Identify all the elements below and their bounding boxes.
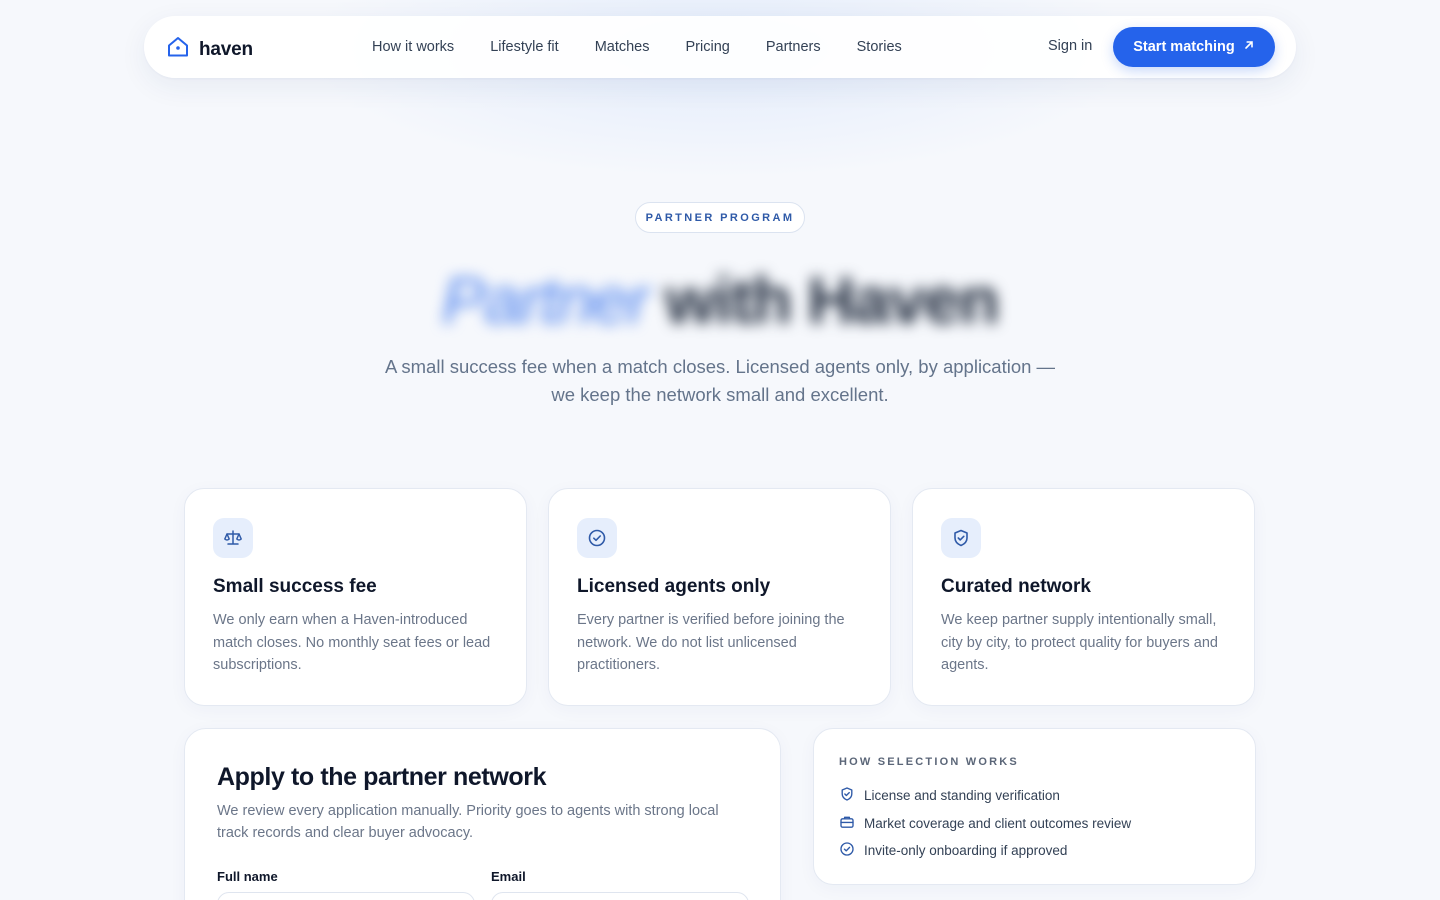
apply-form-card: Apply to the partner network We review e… xyxy=(184,728,781,900)
shield-check-icon xyxy=(839,786,855,805)
email-label: Email xyxy=(491,869,526,884)
briefcase-icon xyxy=(839,814,855,833)
feature-card-curated-network: Curated network We keep partner supply i… xyxy=(912,488,1255,706)
feature-card-licensed-agents: Licensed agents only Every partner is ve… xyxy=(548,488,891,706)
full-name-input[interactable] xyxy=(217,892,475,900)
start-matching-label: Start matching xyxy=(1133,39,1235,55)
hero-subtitle-line-2: we keep the network small and excellent. xyxy=(551,384,889,405)
feature-body: We keep partner supply intentionally sma… xyxy=(941,612,1218,673)
sign-in-link[interactable]: Sign in xyxy=(1048,38,1092,54)
feature-body: We only earn when a Haven-introduced mat… xyxy=(213,612,491,673)
nav-link-stories[interactable]: Stories xyxy=(857,39,902,55)
shield-check-icon xyxy=(941,518,981,558)
hero-subtitle-line-1: A small success fee when a match closes.… xyxy=(384,356,1056,377)
apply-title: Apply to the partner network xyxy=(217,763,547,791)
full-name-label: Full name xyxy=(217,869,278,884)
arrow-up-right-icon xyxy=(1243,39,1255,55)
hero-subtitle: A small success fee when a match closes.… xyxy=(370,353,1070,409)
feature-title: Licensed agents only xyxy=(577,576,771,597)
feature-title: Curated network xyxy=(941,576,1091,597)
scale-icon xyxy=(213,518,253,558)
brand-logo[interactable]: haven xyxy=(166,35,253,64)
email-input[interactable] xyxy=(491,892,749,900)
hero-title-rest: with Haven xyxy=(664,263,1000,337)
apply-description: We review every application manually. Pr… xyxy=(217,803,719,841)
top-nav: haven How it works Lifestyle fit Matches… xyxy=(144,16,1296,78)
selection-item-text: Invite-only onboarding if approved xyxy=(864,843,1068,858)
selection-item: Invite-only onboarding if approved xyxy=(839,841,1067,860)
selection-item: Market coverage and client outcomes revi… xyxy=(839,814,1131,833)
nav-link-how-it-works[interactable]: How it works xyxy=(372,39,454,55)
selection-item: License and standing verification xyxy=(839,786,1060,805)
nav-link-lifestyle-fit[interactable]: Lifestyle fit xyxy=(490,39,559,55)
feature-body: Every partner is verified before joining… xyxy=(577,612,845,673)
nav-link-partners[interactable]: Partners xyxy=(766,39,821,55)
brand-name: haven xyxy=(199,38,253,60)
hero-title: Partner with Haven xyxy=(0,262,1440,338)
feature-card-success-fee: Small success fee We only earn when a Ha… xyxy=(184,488,527,706)
partner-program-badge: PARTNER PROGRAM xyxy=(635,202,805,233)
feature-title: Small success fee xyxy=(213,576,377,597)
nav-link-pricing[interactable]: Pricing xyxy=(686,39,730,55)
nav-link-matches[interactable]: Matches xyxy=(595,39,650,55)
selection-process-card: HOW SELECTION WORKS License and standing… xyxy=(813,728,1256,885)
selection-label: HOW SELECTION WORKS xyxy=(839,756,1019,768)
selection-item-text: License and standing verification xyxy=(864,788,1060,803)
start-matching-button[interactable]: Start matching xyxy=(1113,27,1275,67)
hero-title-accent: Partner xyxy=(441,263,649,337)
selection-item-text: Market coverage and client outcomes revi… xyxy=(864,816,1132,831)
nav-links: How it works Lifestyle fit Matches Prici… xyxy=(372,16,938,78)
badge-check-icon xyxy=(577,518,617,558)
house-icon xyxy=(166,35,190,64)
circle-check-icon xyxy=(839,841,855,860)
